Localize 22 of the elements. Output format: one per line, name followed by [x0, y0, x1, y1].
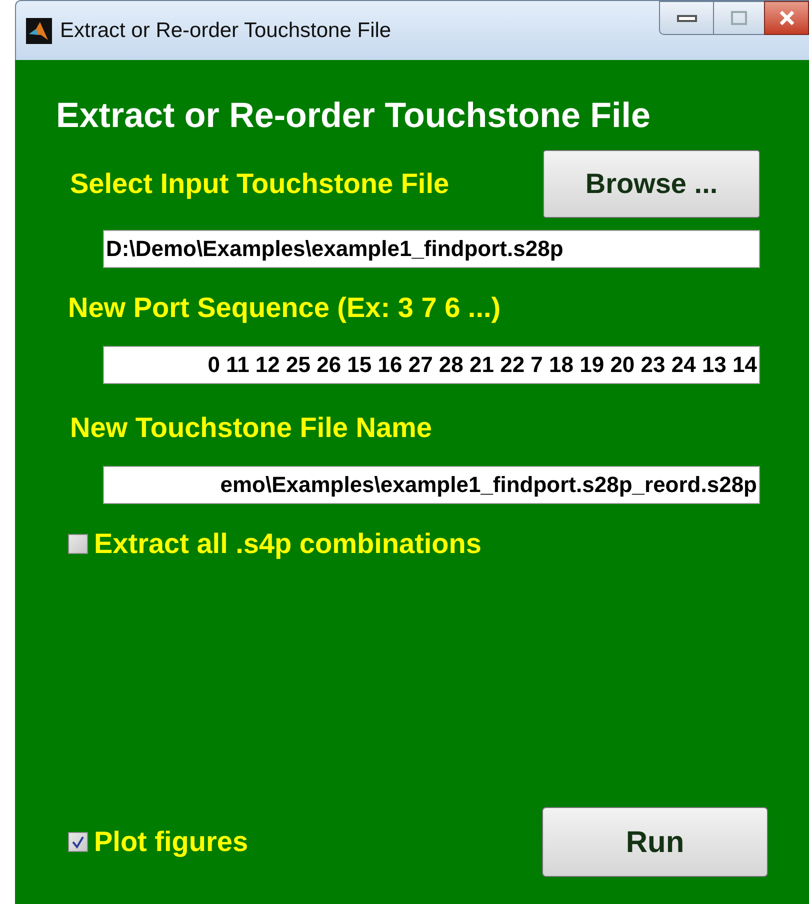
dialog-heading: Extract or Re-order Touchstone File [56, 98, 652, 133]
text-field[interactable]: 0 11 12 25 26 15 16 27 28 21 22 7 18 19 20 23 24 13 14 [103, 346, 760, 384]
app-logo-icon [26, 18, 52, 44]
maximize-button[interactable] [714, 1, 764, 35]
maximize-icon [731, 11, 747, 25]
window-title: Extract or Re-order Touchstone File [60, 18, 392, 44]
check-icon [71, 835, 85, 849]
run-button[interactable]: Run [542, 807, 768, 877]
checkbox[interactable] [68, 534, 88, 554]
field-label: Select Input Touchstone File [70, 167, 450, 201]
field-label: New Port Sequence (Ex: 3 7 6 ...) [67, 294, 502, 322]
text-field[interactable]: emo\Examples\example1_findport.s28p_reord.s28p [103, 466, 760, 504]
minimize-icon [676, 14, 696, 22]
checkbox-label: Plot figures [94, 828, 248, 856]
browse-button[interactable]: Browse ... [543, 150, 760, 218]
close-button[interactable] [764, 1, 809, 35]
minimize-button[interactable] [659, 1, 714, 35]
text-field[interactable]: D:\Demo\Examples\example1_findport.s28p [103, 230, 760, 268]
checkbox-label: Extract all .s4p combinations [94, 530, 482, 558]
field-label: New Touchstone File Name [69, 414, 433, 442]
checkbox[interactable] [68, 832, 88, 852]
close-icon [778, 11, 794, 25]
